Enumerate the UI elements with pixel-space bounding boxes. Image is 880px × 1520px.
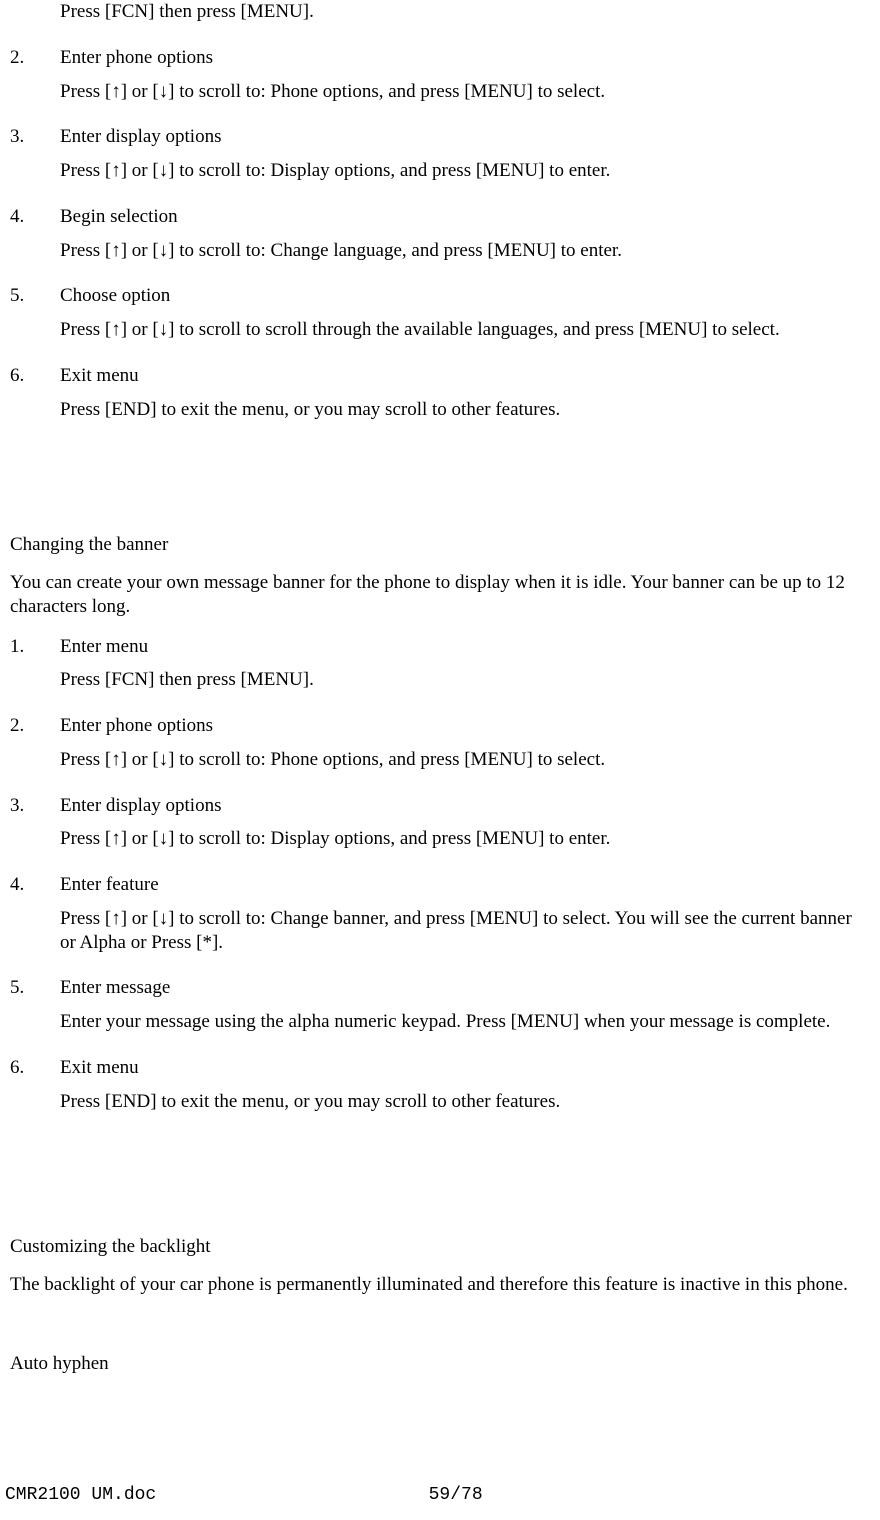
section-heading-backlight: Customizing the backlight <box>5 1235 875 1259</box>
step-detail: Press [END] to exit the menu, or you may… <box>60 398 865 422</box>
step-body: Enter feature Press [↑] or [↓] to scroll… <box>60 873 875 966</box>
step-detail: Enter your message using the alpha numer… <box>60 1010 865 1034</box>
step-title: Enter phone options <box>60 714 865 738</box>
step-title: Enter menu <box>60 635 865 659</box>
step-item: Press [FCN] then press [MENU]. <box>5 0 875 36</box>
footer-docname: CMR2100 UM.doc <box>5 1484 156 1507</box>
footer-page: 59/78 <box>156 1484 875 1507</box>
step-item: 5. Choose option Press [↑] or [↓] to scr… <box>5 284 875 354</box>
step-detail: Press [↑] or [↓] to scroll to: Display o… <box>60 159 865 183</box>
step-body: Enter menu Press [FCN] then press [MENU]… <box>60 635 875 705</box>
step-number: 4. <box>5 205 60 275</box>
step-number: 2. <box>5 714 60 784</box>
step-number: 2. <box>5 46 60 116</box>
step-item: 6. Exit menu Press [END] to exit the men… <box>5 1056 875 1126</box>
step-detail: Press [FCN] then press [MENU]. <box>60 0 865 24</box>
step-title: Choose option <box>60 284 865 308</box>
step-title: Enter display options <box>60 125 865 149</box>
step-body: Enter phone options Press [↑] or [↓] to … <box>60 714 875 784</box>
step-body: Enter display options Press [↑] or [↓] t… <box>60 125 875 195</box>
step-title: Exit menu <box>60 1056 865 1080</box>
step-item: 6. Exit menu Press [END] to exit the men… <box>5 364 875 434</box>
step-title: Begin selection <box>60 205 865 229</box>
step-number: 1. <box>5 635 60 705</box>
step-title: Enter display options <box>60 794 865 818</box>
step-body: Choose option Press [↑] or [↓] to scroll… <box>60 284 875 354</box>
step-detail: Press [↑] or [↓] to scroll to: Phone opt… <box>60 80 865 104</box>
step-title: Enter message <box>60 976 865 1000</box>
step-body: Exit menu Press [END] to exit the menu, … <box>60 364 875 434</box>
step-number: 3. <box>5 125 60 195</box>
step-number: 5. <box>5 284 60 354</box>
section-text: You can create your own message banner f… <box>5 571 875 619</box>
section-heading-autohyphen: Auto hyphen <box>5 1352 875 1376</box>
step-item: 4. Begin selection Press [↑] or [↓] to s… <box>5 205 875 275</box>
step-detail: Press [↑] or [↓] to scroll to: Phone opt… <box>60 748 865 772</box>
step-detail: Press [↑] or [↓] to scroll to: Change ba… <box>60 907 865 955</box>
step-item: 2. Enter phone options Press [↑] or [↓] … <box>5 46 875 116</box>
section-heading-banner: Changing the banner <box>5 533 875 557</box>
step-item: 1. Enter menu Press [FCN] then press [ME… <box>5 635 875 705</box>
step-number: 6. <box>5 1056 60 1126</box>
step-body: Enter display options Press [↑] or [↓] t… <box>60 794 875 864</box>
step-body: Exit menu Press [END] to exit the menu, … <box>60 1056 875 1126</box>
step-item: 4. Enter feature Press [↑] or [↓] to scr… <box>5 873 875 966</box>
step-body: Press [FCN] then press [MENU]. <box>60 0 875 36</box>
step-detail: Press [↑] or [↓] to scroll to: Display o… <box>60 827 865 851</box>
step-number: 4. <box>5 873 60 966</box>
step-number <box>5 0 60 36</box>
step-body: Begin selection Press [↑] or [↓] to scro… <box>60 205 875 275</box>
step-title: Enter phone options <box>60 46 865 70</box>
section-text: The backlight of your car phone is perma… <box>5 1273 875 1297</box>
step-title: Enter feature <box>60 873 865 897</box>
step-detail: Press [↑] or [↓] to scroll to scroll thr… <box>60 318 865 342</box>
step-item: 2. Enter phone options Press [↑] or [↓] … <box>5 714 875 784</box>
step-item: 3. Enter display options Press [↑] or [↓… <box>5 794 875 864</box>
step-detail: Press [↑] or [↓] to scroll to: Change la… <box>60 239 865 263</box>
page-footer: CMR2100 UM.doc 59/78 <box>5 1484 875 1507</box>
step-body: Enter phone options Press [↑] or [↓] to … <box>60 46 875 116</box>
step-item: 3. Enter display options Press [↑] or [↓… <box>5 125 875 195</box>
document-page: Press [FCN] then press [MENU]. 2. Enter … <box>0 0 880 1520</box>
step-number: 5. <box>5 976 60 1046</box>
step-title: Exit menu <box>60 364 865 388</box>
step-detail: Press [END] to exit the menu, or you may… <box>60 1090 865 1114</box>
step-item: 5. Enter message Enter your message usin… <box>5 976 875 1046</box>
step-detail: Press [FCN] then press [MENU]. <box>60 668 865 692</box>
step-number: 3. <box>5 794 60 864</box>
step-number: 6. <box>5 364 60 434</box>
step-body: Enter message Enter your message using t… <box>60 976 875 1046</box>
